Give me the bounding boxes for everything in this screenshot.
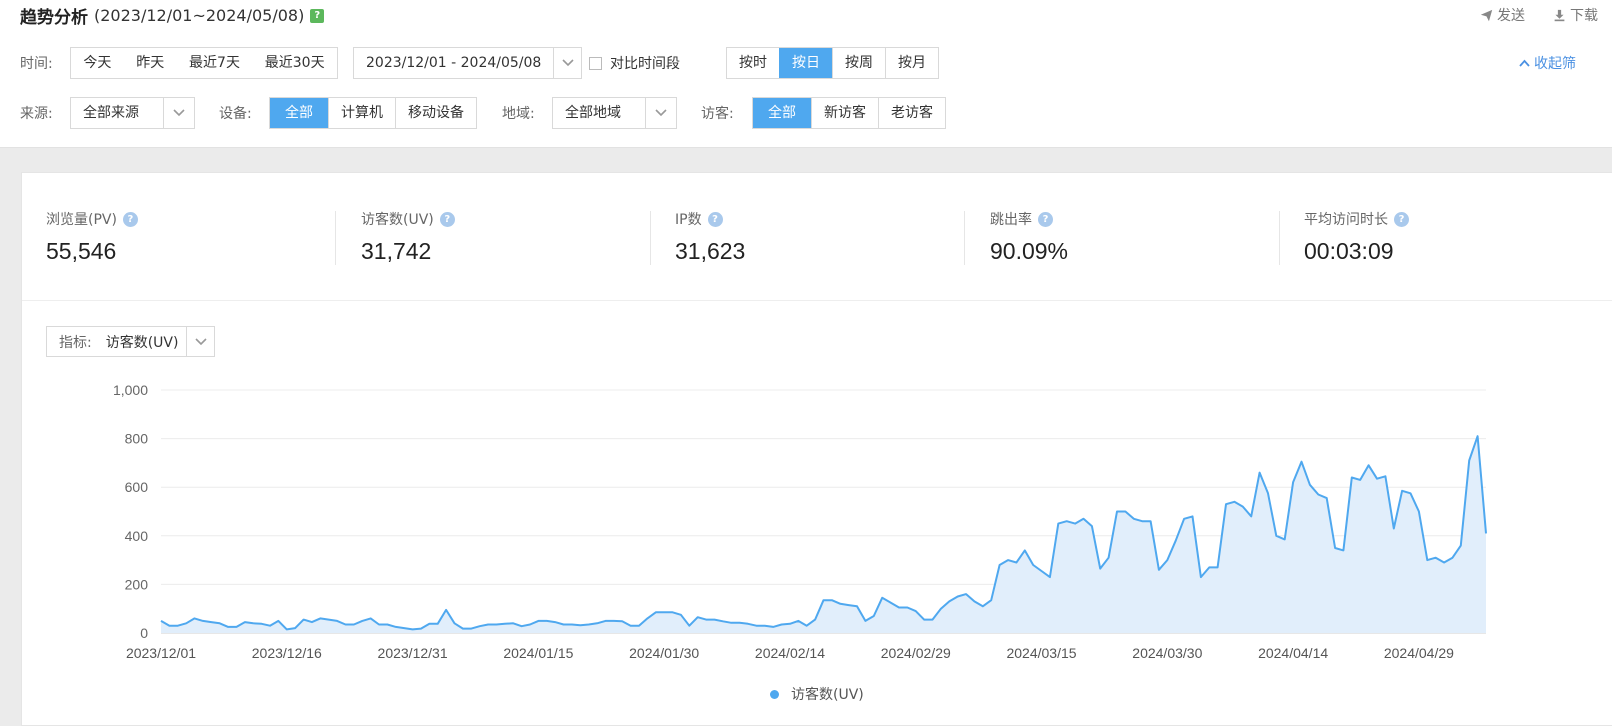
chart-legend[interactable]: 访客数(UV) (770, 684, 864, 704)
x-tick-label: 2024/02/14 (755, 645, 825, 661)
series-area (161, 436, 1486, 633)
y-tick-label: 1,000 (113, 382, 148, 398)
y-tick-label: 600 (125, 479, 149, 495)
legend-marker (770, 689, 779, 699)
y-tick-label: 0 (140, 625, 148, 641)
x-tick-label: 2024/02/29 (881, 645, 951, 661)
x-tick-label: 2024/03/30 (1132, 645, 1202, 661)
x-tick-label: 2024/01/15 (503, 645, 573, 661)
x-tick-label: 2024/01/30 (629, 645, 699, 661)
x-tick-label: 2023/12/31 (378, 645, 448, 661)
x-tick-label: 2024/04/14 (1258, 645, 1328, 661)
y-tick-label: 800 (125, 431, 149, 447)
y-tick-label: 200 (125, 576, 149, 592)
x-tick-label: 2024/04/29 (1384, 645, 1454, 661)
trend-chart: 0 200 400 600 800 1,000 2023/12/01 2023/12/16 20… (113, 382, 1487, 661)
x-tick-label: 2023/12/01 (126, 645, 196, 661)
legend-label: 访客数(UV) (791, 687, 864, 703)
y-tick-label: 400 (125, 528, 149, 544)
x-tick-label: 2023/12/16 (252, 645, 322, 661)
x-tick-label: 2024/03/15 (1006, 645, 1076, 661)
